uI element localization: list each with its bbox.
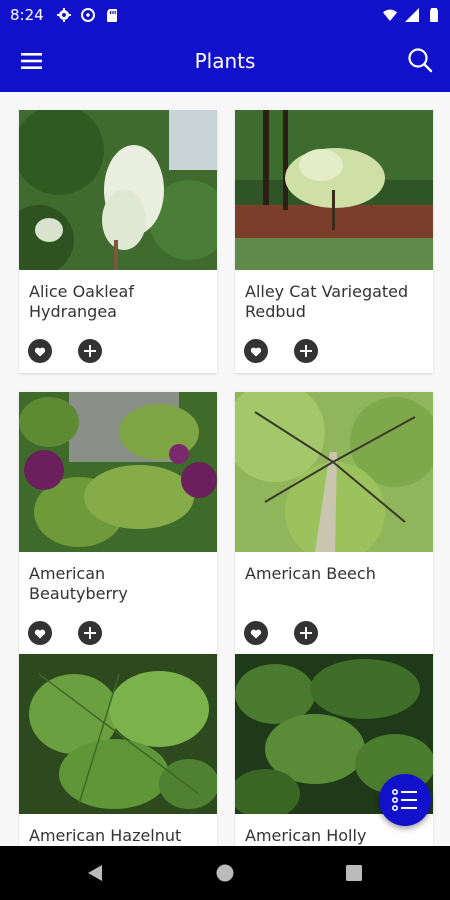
add-button[interactable] xyxy=(294,621,318,645)
heart-icon xyxy=(28,621,52,645)
heart-icon xyxy=(244,621,268,645)
plus-circle-icon xyxy=(294,339,318,363)
settings-icon xyxy=(57,8,71,22)
battery-icon xyxy=(430,8,438,22)
status-bar: 8:24 xyxy=(0,0,450,30)
plant-photo xyxy=(235,392,433,552)
home-icon[interactable] xyxy=(216,864,234,882)
recent-apps-icon[interactable] xyxy=(345,864,363,882)
status-time: 8:24 xyxy=(10,6,44,24)
plant-photo xyxy=(19,654,217,814)
signal-icon xyxy=(405,8,419,22)
favorite-button[interactable] xyxy=(244,621,268,645)
plant-card[interactable]: American Beech xyxy=(235,392,433,655)
sd-card-icon xyxy=(107,9,117,22)
favorite-button[interactable] xyxy=(28,621,52,645)
plant-card[interactable]: Alley Cat Variegated Redbud xyxy=(235,110,433,373)
list-view-fab[interactable] xyxy=(379,774,431,826)
add-button[interactable] xyxy=(78,339,102,363)
heart-icon xyxy=(244,339,268,363)
plant-name: American Holly xyxy=(245,826,367,845)
plant-name: American Beech xyxy=(245,564,376,583)
plant-card[interactable]: American Beautyberry xyxy=(19,392,217,655)
wifi-icon xyxy=(383,9,397,21)
plant-card[interactable]: Alice Oakleaf Hydrangea xyxy=(19,110,217,373)
plant-photo xyxy=(19,110,217,270)
app-bar: Plants xyxy=(0,30,450,92)
system-nav-bar xyxy=(0,846,450,900)
plus-circle-icon xyxy=(78,339,102,363)
plant-name: Alice Oakleaf Hydrangea xyxy=(29,282,134,321)
plant-grid: Alice Oakleaf Hydrangea Alley Cat Varieg… xyxy=(0,92,450,846)
heart-icon xyxy=(28,339,52,363)
search-icon xyxy=(408,48,433,73)
plus-circle-icon xyxy=(294,621,318,645)
plant-name: Alley Cat Variegated Redbud xyxy=(245,282,409,321)
plant-photo xyxy=(19,392,217,552)
data-saver-icon xyxy=(81,8,95,22)
search-button[interactable] xyxy=(406,46,434,74)
favorite-button[interactable] xyxy=(28,339,52,363)
plus-circle-icon xyxy=(78,621,102,645)
plant-name: American Beautyberry xyxy=(29,564,128,603)
page-title: Plants xyxy=(194,49,256,73)
favorite-button[interactable] xyxy=(244,339,268,363)
add-button[interactable] xyxy=(294,339,318,363)
plant-name: American Hazelnut xyxy=(29,826,182,845)
plant-photo xyxy=(235,110,433,270)
add-button[interactable] xyxy=(78,621,102,645)
back-icon[interactable] xyxy=(86,864,104,882)
list-icon xyxy=(391,788,417,811)
plant-card[interactable]: American Hazelnut xyxy=(19,654,217,846)
